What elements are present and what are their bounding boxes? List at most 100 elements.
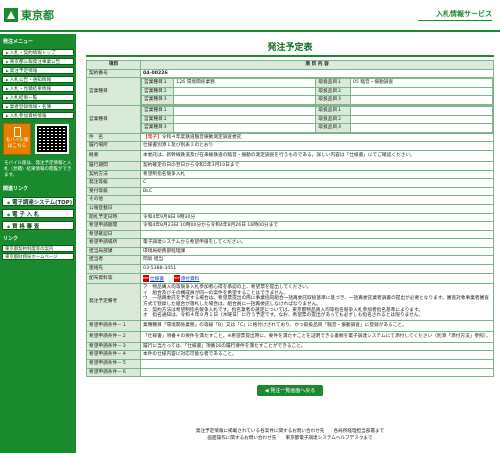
row-label: 発注等級 (86, 178, 141, 188)
row-label: 公報登載日 (86, 203, 141, 214)
sub-label: 営業種目３ (140, 95, 175, 105)
sidebar: 発注メニュー 入札・契約情報トップ 東京都公報発注事業公告 発注予定情報 入札公… (0, 34, 76, 453)
row-label: 契約番号 (86, 68, 141, 79)
row-value: 環境局総務部経理課 (140, 246, 494, 257)
page-footer: 発注予定情報に掲載されている各案件に関するお問い合わせ先 各局所経理担当部署まで… (86, 428, 494, 442)
sub-value (349, 123, 494, 133)
mobile-button-label: モバイル版 はこちら (5, 138, 29, 149)
remark-item: オ 指名通知は、令和４年９月１日（木曜日）に行う予定です。なお、希望票の提出があ… (143, 313, 424, 319)
row-label: 受付等級 (86, 186, 141, 197)
table-row: 希望申請条件－３ 履行に当たっては、「仕様書」項番16の履行要件を満たすことができ… (86, 341, 494, 352)
row-value: 契約確定の日の翌日から令和5年3月10日まで (140, 160, 494, 171)
row-label: 希望申請条件－６ (86, 367, 141, 378)
header-content: 項 目 内 容 (140, 60, 494, 70)
sub-value (349, 105, 494, 116)
table-header-row: 項目 項 目 内 容 (86, 60, 494, 70)
sub-value (173, 105, 317, 116)
sub-label: 営業種目２ (140, 114, 175, 125)
row-value: 業種種目「環境関係業務」の等級「B」又は「C」に格付けされており、かつ取扱品目「… (140, 319, 494, 332)
business-category-table-2: 営業種目１ 取扱品目１ 営業種目２ 取扱品目２ 営業種目３ 取扱品目３ (140, 105, 494, 133)
sidebar-item-notice[interactable]: 入札公告・通知情報 (2, 76, 74, 83)
sub-label: 取扱品目１ (315, 105, 351, 116)
sub-value (173, 95, 317, 105)
row-value: 令和4年8月23日 10時00分から令和4年8月26日 16時00分まで (140, 221, 494, 231)
row-label: 発注予定備考 (86, 283, 141, 321)
row-value (140, 359, 494, 369)
main-content: 発注予定表 項目 項 目 内 容 契約番号 04-00226 営業種目 営業種目… (86, 34, 494, 397)
table-row: 契約番号 04-00226 (86, 68, 494, 79)
row-value (140, 367, 494, 378)
sidebar-item-schedule[interactable]: 発注予定情報 (2, 67, 74, 74)
table-row: 連絡先 03-5388-3451 (86, 264, 494, 274)
row-label: 希望申請条件－４ (86, 350, 141, 360)
row-value: 本委託は、新幹線鉄道及び在来線鉄道の騒音・振動の測定調査を行うものである。詳しい… (140, 149, 494, 162)
qualification-review-button[interactable]: 資 格 審 査 (2, 221, 74, 230)
row-label: 希望申請期間 (86, 221, 141, 231)
sidebar-section-menu: 発注メニュー (3, 39, 34, 45)
row-value: BLC (140, 186, 494, 197)
contract-guide-link[interactable]: 東京都契約制度等の案内 (2, 245, 74, 252)
business-category-table: 営業種目１ 126 環境関係業務 取扱品目１ 05 騒音・振動調査 営業種目２ 取扱品目… (140, 78, 494, 105)
e-procurement-top-button[interactable]: 電子調達システム(TOP) (2, 197, 74, 206)
order-detail-table: 項目 項 目 内 容 契約番号 04-00226 営業種目 営業種目１ 126 環… (86, 60, 494, 378)
table-row: 履行場所 仕様書別添１及び別表２のとおり (86, 141, 494, 151)
title-divider (86, 55, 494, 57)
sidebar-item-registry[interactable]: 業者登録情報・名簿 (2, 103, 74, 110)
row-label: 履行場所 (86, 141, 141, 151)
header-item: 項目 (86, 60, 141, 70)
row-value: 本件の仕様内容に対応可能な者であること。 (140, 350, 494, 360)
row-label: 希望申請条件－１ (86, 319, 141, 332)
sub-value (173, 86, 317, 97)
table-row: 発注予定備考 ア 物品購入均等競争入札参加者心得を承認の上、希望票を提出してくだ… (86, 283, 494, 321)
table-row: 希望申請場所 電子調達システムから希望申請をしてください。 (86, 238, 494, 248)
sub-label: 営業種目３ (140, 123, 175, 133)
row-value (140, 229, 494, 240)
sub-label: 取扱品目３ (315, 123, 351, 133)
row-value: 仕様書別添１及び別表２のとおり (140, 141, 494, 151)
sub-label: 取扱品目２ (315, 86, 351, 97)
e-bidding-button[interactable]: 電 子 入 札 (2, 209, 74, 218)
page-header: 東京都 入札情報サービス (0, 0, 500, 32)
row-label: 契約方法 (86, 169, 141, 180)
mobile-description: モバイル版は、発注予定情報と入札（見積）結果情報の閲覧ができます。 (4, 161, 72, 178)
footer-contact-line-2: 画面操作に関するお問い合わせ先 東京都電子調達システムヘルプデスクまで (207, 436, 373, 441)
sub-label: 取扱品目１ (315, 78, 351, 88)
table-row: 担当局部課 環境局総務部経理課 (86, 246, 494, 257)
row-label: 担当局部課 (86, 246, 141, 257)
pdf-icon: PDF (143, 274, 149, 282)
table-row: 件 名 【電子】令和４年度鉄道騒音振動測定調査委託 (86, 132, 494, 143)
tokyo-logo[interactable]: 東京都 (4, 7, 54, 23)
row-value: 希望制指名競争入札 (140, 169, 494, 180)
sidebar-item-result-list[interactable]: 入札結果一覧 (2, 94, 74, 101)
table-row: 配布資料等 PDF仕様書 PDF添付資料 (86, 272, 494, 285)
contract-number: 04-00226 (140, 68, 494, 79)
sub-value: 05 騒音・振動調査 (349, 78, 494, 88)
table-row: 営業種目 営業種目１ 取扱品目１ 営業種目２ 取扱品目２ 営業種目３ 取扱品目３ (86, 104, 494, 134)
row-label: その他 (86, 195, 141, 205)
sub-label: 取扱品目２ (315, 114, 351, 125)
row-label: 希望申請条件－３ (86, 341, 141, 352)
finance-bureau-link[interactable]: 東京都財務局ホームページ (2, 253, 74, 260)
row-label: 希望申請場所 (86, 238, 141, 248)
table-row: 公報登載日 (86, 203, 494, 214)
system-title-underline (418, 20, 492, 21)
table-row: 希望申請期間 令和4年8月23日 10時00分から令和4年8月26日 16時00分… (86, 221, 494, 231)
sidebar-section-related: 関連リンク (3, 186, 29, 192)
row-label: 営業種目 (86, 104, 141, 134)
sidebar-item-results[interactable]: 入札・見積結果情報 (2, 85, 74, 92)
table-row: 開札予定日時 令和4年9月8日 9時30分 (86, 212, 494, 223)
back-to-list-button[interactable]: ◀ 発注一覧画面へ戻る (256, 385, 324, 397)
sub-value (173, 114, 317, 125)
row-label: 希望申請条件－５ (86, 359, 141, 369)
table-row: その他 (86, 195, 494, 205)
sidebar-item-qualification[interactable]: 入札参加資格情報 (2, 112, 74, 119)
sidebar-item-gazette[interactable]: 東京都公報発注事業公告 (2, 58, 74, 65)
mobile-button[interactable]: モバイル版 はこちら (3, 123, 31, 155)
remark-item: ウ 一括再委託を予定する場合は、希望票提出の際に事業協同組合一括再委託取扱基準に… (143, 296, 489, 308)
subject-title: 令和４年度鉄道騒音振動測定調査委託 (161, 134, 242, 140)
sidebar-item-top[interactable]: 入札・契約情報トップ (2, 49, 74, 56)
spec-document-link[interactable]: 仕様書 (150, 277, 164, 282)
pdf-icon: PDF (173, 274, 180, 282)
sub-value (349, 95, 494, 105)
attachment-link[interactable]: 添付資料 (181, 277, 200, 282)
